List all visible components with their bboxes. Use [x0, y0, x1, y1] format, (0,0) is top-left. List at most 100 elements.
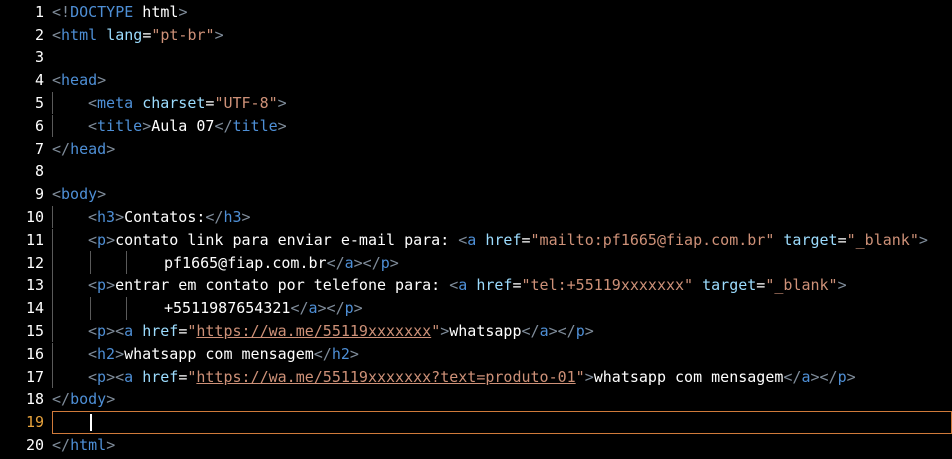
code-content[interactable]: <p><a href="https://wa.me/55119xxxxxxx">…: [52, 319, 952, 343]
indent-guide: [52, 274, 53, 297]
code-token-tag: a: [308, 299, 318, 318]
line-number: 6: [34, 116, 44, 135]
code-line[interactable]: 6 <title>Aula 07</title>: [0, 114, 952, 138]
line-number: 20: [25, 436, 44, 455]
code-content[interactable]: [52, 410, 952, 434]
code-line[interactable]: 11 <p>contato link para enviar e-mail par…: [0, 228, 952, 252]
code-token-punc: >: [241, 208, 251, 227]
code-content[interactable]: <!DOCTYPE html>: [52, 1, 952, 24]
code-line[interactable]: 20 </html>: [0, 434, 952, 457]
indent-guide: [126, 251, 127, 275]
code-content[interactable]: <h2>whatsapp com mensagem</h2>: [52, 342, 952, 366]
code-token-text: whatsapp: [449, 322, 522, 341]
code-token-punc: <: [88, 116, 98, 135]
code-content[interactable]: <p>entrar em contato por telefone para: …: [52, 274, 952, 297]
code-token-punc: >: [106, 436, 116, 455]
code-line[interactable]: 5 <meta charset="UTF-8">: [0, 91, 952, 115]
code-token-tag: head: [70, 139, 107, 158]
code-token-str: "_blank": [765, 276, 838, 295]
code-line[interactable]: 7 </head>: [0, 137, 952, 160]
code-content[interactable]: <head>: [52, 69, 952, 92]
code-token-punc: >: [349, 344, 359, 363]
code-token-tag: h2: [97, 344, 116, 363]
code-token-tag: meta: [97, 94, 134, 113]
code-line[interactable]: 1 <!DOCTYPE html>: [0, 1, 952, 24]
code-content[interactable]: </html>: [52, 434, 952, 457]
code-line[interactable]: 17 <p><a href="https://wa.me/55119xxxxxxx…: [0, 365, 952, 389]
code-line[interactable]: 9 <body>: [0, 183, 952, 206]
code-token-attr: href: [485, 230, 522, 249]
code-token-tag: body: [70, 390, 107, 409]
code-token-attr: lang: [106, 25, 143, 44]
code-token-punc: >: [106, 276, 116, 295]
code-content[interactable]: <body>: [52, 183, 952, 206]
code-token-tag: p: [380, 253, 390, 272]
code-line[interactable]: 14 +5511987654321</a></p>: [0, 296, 952, 320]
code-token-text: entrar em contato por telefone para:: [115, 276, 450, 295]
line-number: 13: [25, 276, 44, 295]
code-token-tag: p: [97, 322, 107, 341]
line-number: 11: [25, 230, 44, 249]
line-number: 1: [34, 2, 44, 21]
code-token-punc: <: [88, 230, 98, 249]
code-token-punc: <: [52, 25, 62, 44]
code-content[interactable]: <meta charset="UTF-8">: [52, 91, 952, 115]
code-line[interactable]: 13 <p>entrar em contato por telefone para…: [0, 274, 952, 297]
code-token-tag: a: [124, 322, 134, 341]
code-line[interactable]: 2 <html lang="pt-br">: [0, 23, 952, 46]
code-token-punc: >: [918, 230, 928, 249]
code-content[interactable]: +5511987654321</a></p>: [52, 296, 952, 320]
code-token-punc: <: [88, 367, 98, 386]
code-line[interactable]: 15 <p><a href="https://wa.me/55119xxxxxxx…: [0, 319, 952, 343]
code-token-punc: >: [584, 322, 594, 341]
code-token-tag: p: [97, 230, 107, 249]
code-line[interactable]: 18 </body>: [0, 388, 952, 411]
code-content[interactable]: <p>contato link para enviar e-mail para:…: [52, 228, 952, 252]
line-number: 9: [34, 185, 44, 204]
code-line[interactable]: 19: [0, 410, 952, 434]
code-token-punc: >: [97, 71, 107, 90]
code-content[interactable]: [52, 160, 952, 183]
code-line[interactable]: 4 <head>: [0, 69, 952, 92]
indent-guide: [90, 251, 91, 275]
code-token-punc: >: [277, 116, 287, 135]
code-content[interactable]: <html lang="pt-br">: [52, 23, 952, 46]
code-token-tag: h3: [223, 208, 242, 227]
code-token-str: "_blank": [846, 230, 919, 249]
code-token-attr: href: [142, 367, 179, 386]
indent-guide: [52, 205, 53, 229]
code-content[interactable]: <title>Aula 07</title>: [52, 114, 952, 138]
code-token-tag: DOCTYPE: [70, 2, 134, 21]
code-content[interactable]: </body>: [52, 388, 952, 411]
code-content[interactable]: [52, 46, 952, 69]
code-token-punc: >: [440, 322, 450, 341]
code-editor[interactable]: 1 <!DOCTYPE html> 2 <html lang="pt-br"> 3 4 <h…: [0, 0, 952, 459]
line-number: 8: [34, 162, 44, 181]
line-number: 5: [34, 94, 44, 113]
code-token-punc: </: [313, 344, 332, 363]
code-token-punc: >: [97, 185, 107, 204]
indent-guide: [52, 296, 53, 320]
code-token-url: https://wa.me/55119xxxxxxx?text=produto-…: [196, 367, 576, 386]
code-content[interactable]: <h3>Contatos:</h3>: [52, 205, 952, 229]
indent-guide: [90, 296, 91, 320]
code-content[interactable]: </head>: [52, 137, 952, 160]
code-content[interactable]: <p><a href="https://wa.me/55119xxxxxxx?t…: [52, 365, 952, 389]
indent-guide: [52, 319, 53, 343]
code-line[interactable]: 10 <h3>Contatos:</h3>: [0, 205, 952, 229]
code-line[interactable]: 12 pf1665@fiap.com.br</a></p>: [0, 251, 952, 275]
code-line[interactable]: 8: [0, 160, 952, 183]
text-cursor: [90, 413, 92, 431]
code-token-punc: </: [783, 367, 802, 386]
code-token-punc: >: [277, 94, 287, 113]
code-token-punc: >: [389, 253, 399, 272]
code-line[interactable]: 3: [0, 46, 952, 69]
code-token-punc: >: [837, 276, 847, 295]
code-token-punc: >: [142, 116, 152, 135]
code-content[interactable]: pf1665@fiap.com.br</a></p>: [52, 251, 952, 275]
code-token-tag: p: [97, 367, 107, 386]
code-line[interactable]: 16 <h2>whatsapp com mensagem</h2>: [0, 342, 952, 366]
